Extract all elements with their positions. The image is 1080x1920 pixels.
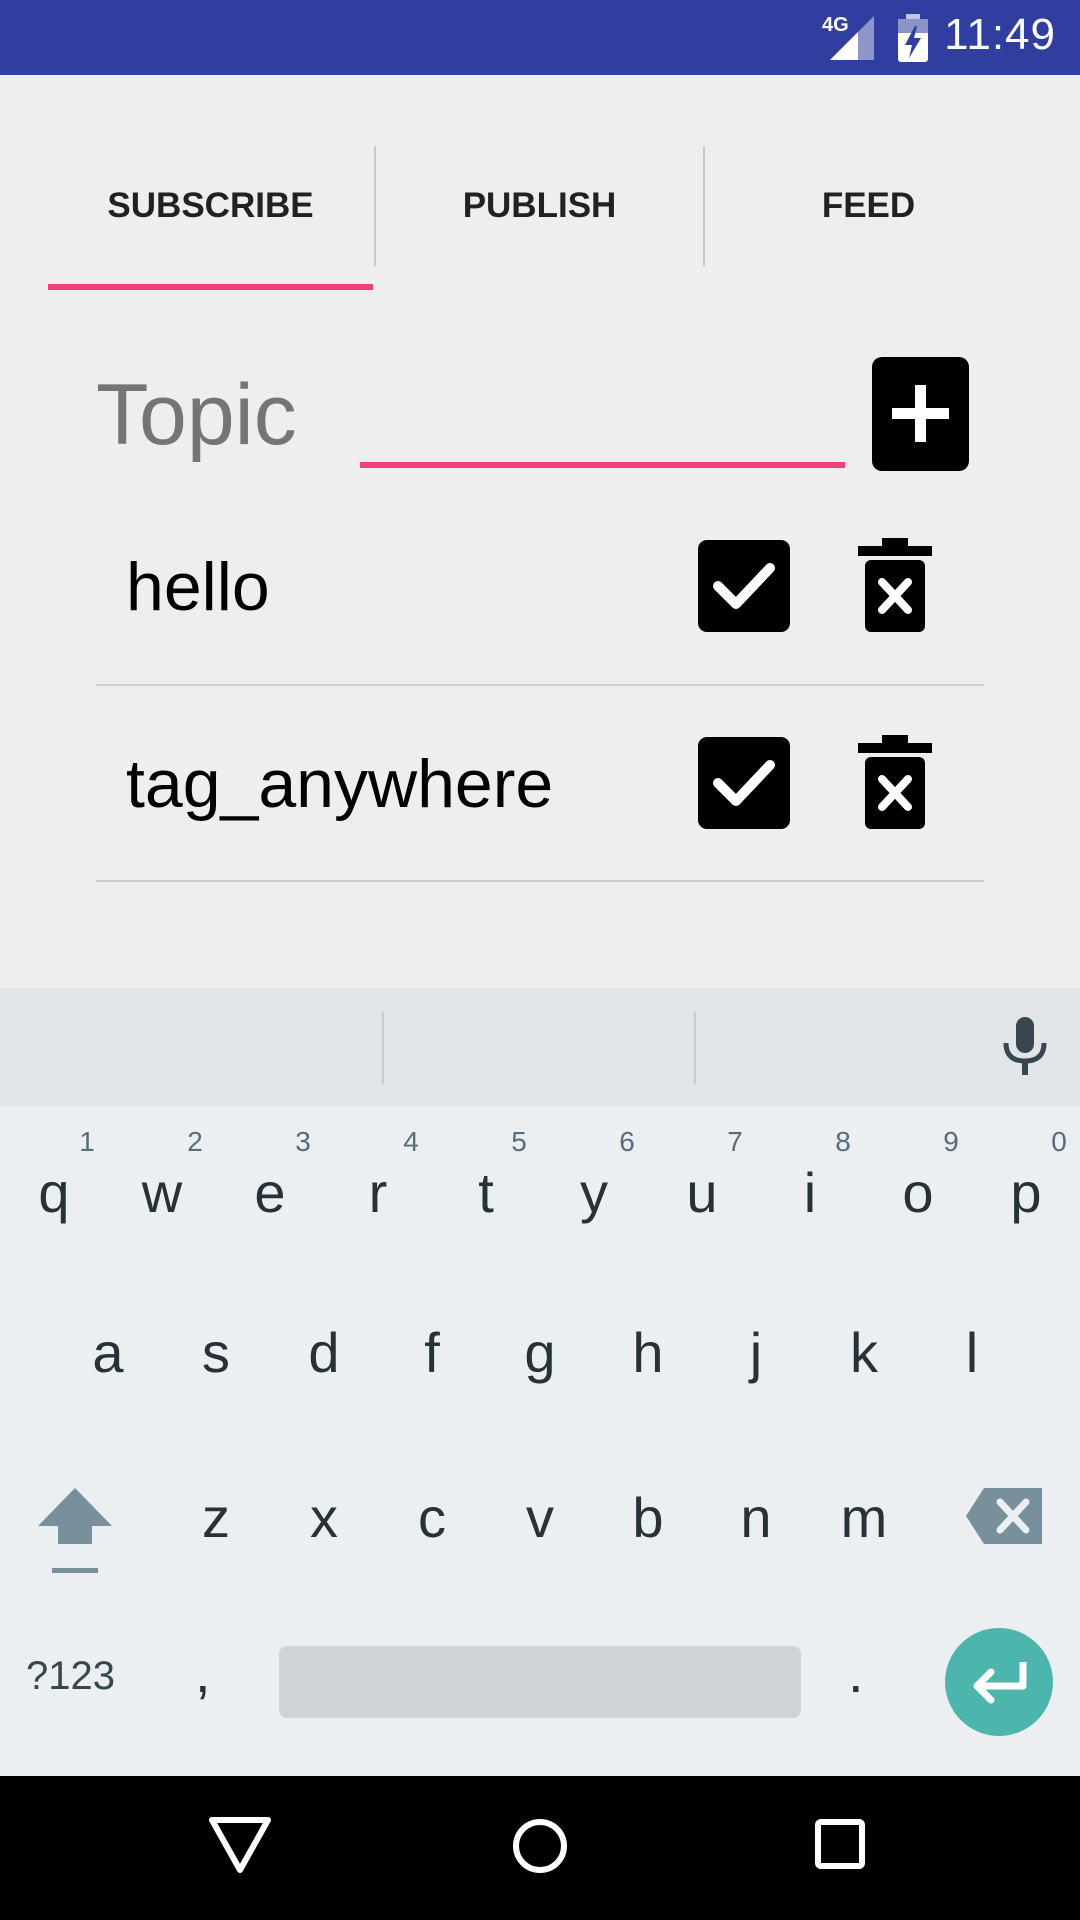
key-v[interactable]: v <box>495 1485 585 1550</box>
key-l[interactable]: l <box>927 1320 1017 1385</box>
key-e[interactable]: e <box>225 1160 315 1225</box>
tab-publish[interactable]: PUBLISH <box>376 145 703 267</box>
tab-subscribe[interactable]: SUBSCRIBE <box>48 145 373 267</box>
home-icon[interactable] <box>510 1816 570 1876</box>
enter-icon <box>973 1662 1027 1704</box>
divider <box>96 880 984 882</box>
topic-name: tag_anywhere <box>126 746 554 822</box>
key-a[interactable]: a <box>63 1320 153 1385</box>
key-i[interactable]: i <box>765 1160 855 1225</box>
key-y[interactable]: y <box>549 1160 639 1225</box>
key-hint: 6 <box>619 1126 635 1157</box>
key-hint: 8 <box>835 1126 851 1157</box>
key-u[interactable]: u <box>657 1160 747 1225</box>
key-hint: 5 <box>511 1126 527 1157</box>
space-bar[interactable] <box>279 1646 801 1718</box>
key-hint: 1 <box>79 1126 95 1157</box>
status-bar: 4G 11:49 <box>0 0 1080 75</box>
key-hint: 2 <box>187 1126 203 1157</box>
key-o[interactable]: o <box>873 1160 963 1225</box>
key-w[interactable]: w <box>117 1160 207 1225</box>
key-j[interactable]: j <box>711 1320 801 1385</box>
key-hint: 4 <box>403 1126 419 1157</box>
delete-icon[interactable] <box>858 735 932 829</box>
back-icon[interactable] <box>208 1816 272 1876</box>
battery-charging-icon <box>898 14 928 62</box>
comma-key[interactable]: , <box>195 1640 211 1705</box>
symbols-key[interactable]: ?123 <box>26 1654 115 1699</box>
suggestion-divider <box>694 1012 696 1084</box>
keyboard-suggestion-strip <box>0 988 1080 1106</box>
key-b[interactable]: b <box>603 1485 693 1550</box>
clock: 11:49 <box>944 10 1056 59</box>
key-p[interactable]: p <box>981 1160 1071 1225</box>
recents-icon[interactable] <box>814 1818 866 1870</box>
tab-subscribe-label: SUBSCRIBE <box>107 186 314 225</box>
key-q[interactable]: q <box>9 1160 99 1225</box>
key-f[interactable]: f <box>387 1320 477 1385</box>
tab-publish-label: PUBLISH <box>462 186 617 225</box>
topic-name: hello <box>126 549 270 625</box>
add-topic-button[interactable] <box>872 357 969 471</box>
key-hint: 0 <box>1051 1126 1067 1157</box>
key-c[interactable]: c <box>387 1485 477 1550</box>
signal-icon <box>830 16 874 60</box>
key-hint: 7 <box>727 1126 743 1157</box>
check-icon <box>713 563 775 609</box>
key-m[interactable]: m <box>819 1485 909 1550</box>
key-h[interactable]: h <box>603 1320 693 1385</box>
key-t[interactable]: t <box>441 1160 531 1225</box>
key-k[interactable]: k <box>819 1320 909 1385</box>
backspace-icon[interactable] <box>966 1488 1042 1544</box>
subscribe-checkbox[interactable] <box>698 540 790 632</box>
microphone-icon[interactable] <box>1002 1017 1048 1077</box>
topic-input[interactable] <box>360 390 845 468</box>
key-r[interactable]: r <box>333 1160 423 1225</box>
key-hint: 3 <box>295 1126 311 1157</box>
topic-label: Topic <box>96 367 297 463</box>
delete-icon[interactable] <box>858 538 932 632</box>
key-z[interactable]: z <box>171 1485 261 1550</box>
key-g[interactable]: g <box>495 1320 585 1385</box>
suggestion-divider <box>382 1012 384 1084</box>
tab-feed-label: FEED <box>821 186 916 225</box>
key-d[interactable]: d <box>279 1320 369 1385</box>
navigation-bar <box>0 1776 1080 1920</box>
key-n[interactable]: n <box>711 1485 801 1550</box>
check-icon <box>713 760 775 806</box>
tab-indicator <box>48 284 373 290</box>
tab-feed[interactable]: FEED <box>705 145 1032 267</box>
key-s[interactable]: s <box>171 1320 261 1385</box>
period-key[interactable]: . <box>848 1640 864 1705</box>
key-hint: 9 <box>943 1126 959 1157</box>
enter-key[interactable] <box>945 1628 1053 1736</box>
subscribe-checkbox[interactable] <box>698 737 790 829</box>
key-x[interactable]: x <box>279 1485 369 1550</box>
shift-icon[interactable] <box>36 1486 114 1578</box>
